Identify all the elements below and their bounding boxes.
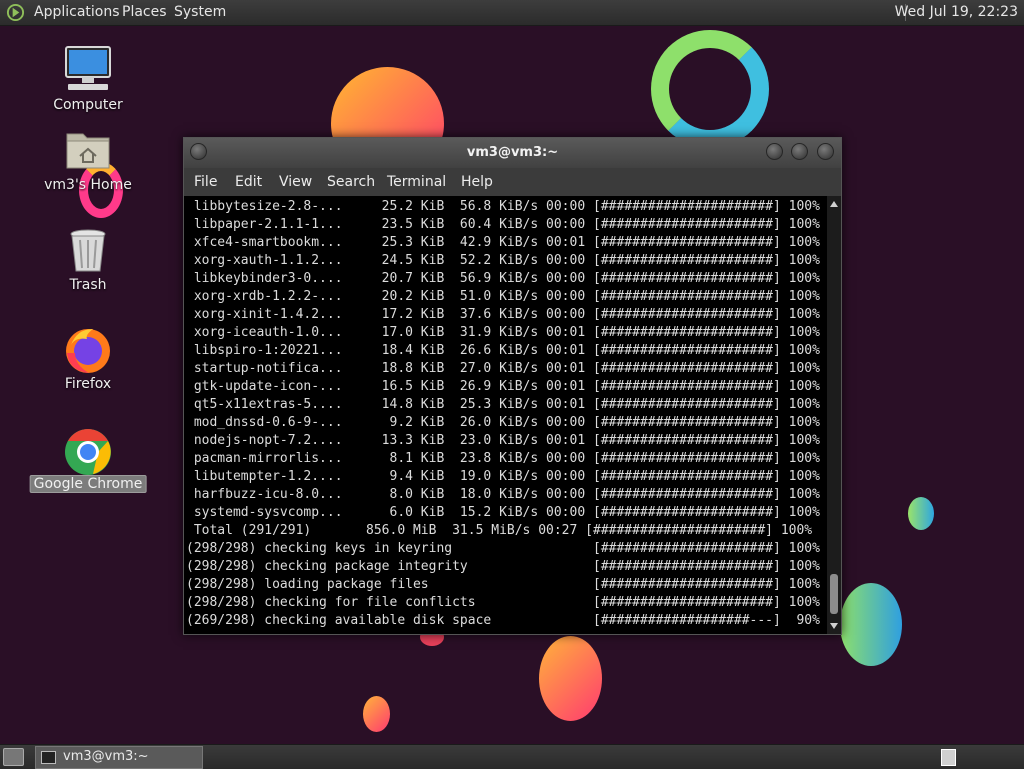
terminal-line: (298/298) checking package integrity [##… [186,559,820,574]
terminal-line: libpaper-2.1.1-1... 23.5 KiB 60.4 KiB/s … [186,217,820,232]
terminal-icon [41,751,56,764]
places-menu[interactable]: Places [122,4,167,20]
terminal-line: qt5-x11extras-5.... 14.8 KiB 25.3 KiB/s … [186,397,820,412]
home-folder-icon [66,133,110,169]
distro-logo-icon[interactable] [6,3,25,22]
menu-edit[interactable]: Edit [235,174,262,190]
taskbar-item-terminal[interactable]: vm3@vm3:~ [35,746,203,769]
firefox-icon [66,329,110,373]
system-menu[interactable]: System [174,4,226,20]
taskbar-item-label: vm3@vm3:~ [63,749,149,764]
terminal-line: libspiro-1:20221... 18.4 KiB 26.6 KiB/s … [186,343,820,358]
desktop-icon-label: Firefox [64,376,112,392]
terminal-line: gtk-update-icon-... 16.5 KiB 26.9 KiB/s … [186,379,820,394]
terminal-line: pacman-mirrorlis... 8.1 KiB 23.8 KiB/s 0… [186,451,820,466]
clock[interactable]: Wed Jul 19, 22:23 [895,4,1018,20]
desktop-icon-label: Google Chrome [29,475,147,493]
terminal-text: libbytesize-2.8-... 25.2 KiB 56.8 KiB/s … [184,196,827,630]
computer-icon [65,46,111,90]
menu-view[interactable]: View [279,174,312,190]
menu-file[interactable]: File [194,174,217,190]
terminal-line: harfbuzz-icu-8.0... 8.0 KiB 18.0 KiB/s 0… [186,487,820,502]
desktop-icon-label: vm3's Home [44,177,132,193]
terminal-line: xorg-xauth-1.1.2... 24.5 KiB 52.2 KiB/s … [186,253,820,268]
terminal-window[interactable]: vm3@vm3:~ File Edit View Search Terminal… [183,137,842,635]
terminal-line: systemd-sysvcomp... 6.0 KiB 15.2 KiB/s 0… [186,505,820,520]
terminal-line: mod_dnssd-0.6-9-... 9.2 KiB 26.0 KiB/s 0… [186,415,820,430]
menu-search[interactable]: Search [327,174,375,190]
desktop-icon-label: Computer [53,97,123,113]
wallpaper-green-ring [651,30,769,148]
terminal-line: xorg-iceauth-1.0... 17.0 KiB 31.9 KiB/s … [186,325,820,340]
terminal-line: nodejs-nopt-7.2.... 13.3 KiB 23.0 KiB/s … [186,433,820,448]
desktop-icon-trash[interactable]: Trash [33,228,143,294]
scrollbar-thumb[interactable] [830,574,838,614]
menu-terminal[interactable]: Terminal [387,174,446,190]
scroll-up-icon[interactable] [830,201,838,207]
terminal-line: (298/298) loading package files [#######… [186,577,820,592]
terminal-line: libkeybinder3-0.... 20.7 KiB 56.9 KiB/s … [186,271,820,286]
applications-menu[interactable]: Applications [34,4,120,20]
terminal-line: (298/298) checking keys in keyring [####… [186,541,820,556]
window-titlebar[interactable]: vm3@vm3:~ [184,138,841,168]
terminal-menubar: File Edit View Search Terminal Help [184,168,841,196]
terminal-scrollbar[interactable] [827,196,841,634]
desktop-icon-chrome[interactable]: Google Chrome [29,427,147,497]
maximize-button[interactable] [791,143,808,160]
wallpaper-green-blob [840,583,902,666]
scroll-down-icon[interactable] [830,623,838,629]
workspace-switcher[interactable] [941,749,956,766]
terminal-line: startup-notifica... 18.8 KiB 27.0 KiB/s … [186,361,820,376]
minimize-button[interactable] [766,143,783,160]
wallpaper-small-orange-oval [363,696,390,732]
terminal-line: xorg-xrdb-1.2.2-... 20.2 KiB 51.0 KiB/s … [186,289,820,304]
trash-icon [70,229,106,272]
wallpaper-green-oval [908,497,934,530]
bottom-panel: vm3@vm3:~ [0,744,1024,769]
desktop-icon-computer[interactable]: Computer [33,45,143,117]
menu-help[interactable]: Help [461,174,493,190]
desktop-icon-firefox[interactable]: Firefox [33,325,143,393]
show-desktop-icon[interactable] [3,748,24,766]
terminal-line: xorg-xinit-1.4.2... 17.2 KiB 37.6 KiB/s … [186,307,820,322]
terminal-line: libbytesize-2.8-... 25.2 KiB 56.8 KiB/s … [186,199,820,214]
desktop-icon-label: Trash [69,277,107,293]
terminal-line: (269/298) checking available disk space … [186,613,820,628]
chrome-icon [65,429,111,475]
top-panel: Applications Places System Wed Jul 19, 2… [0,0,1024,26]
terminal-line: xfce4-smartbookm... 25.3 KiB 42.9 KiB/s … [186,235,820,250]
terminal-line: libutempter-1.2.... 9.4 KiB 19.0 KiB/s 0… [186,469,820,484]
window-title: vm3@vm3:~ [466,145,559,160]
wallpaper-orange-oval [539,636,602,721]
desktop-icon-home[interactable]: vm3's Home [33,128,143,198]
terminal-line: Total (291/291) 856.0 MiB 31.5 MiB/s 00:… [186,523,813,538]
terminal-output[interactable]: libbytesize-2.8-... 25.2 KiB 56.8 KiB/s … [184,196,827,634]
close-button[interactable] [817,143,834,160]
terminal-line: (298/298) checking for file conflicts [#… [186,595,820,610]
